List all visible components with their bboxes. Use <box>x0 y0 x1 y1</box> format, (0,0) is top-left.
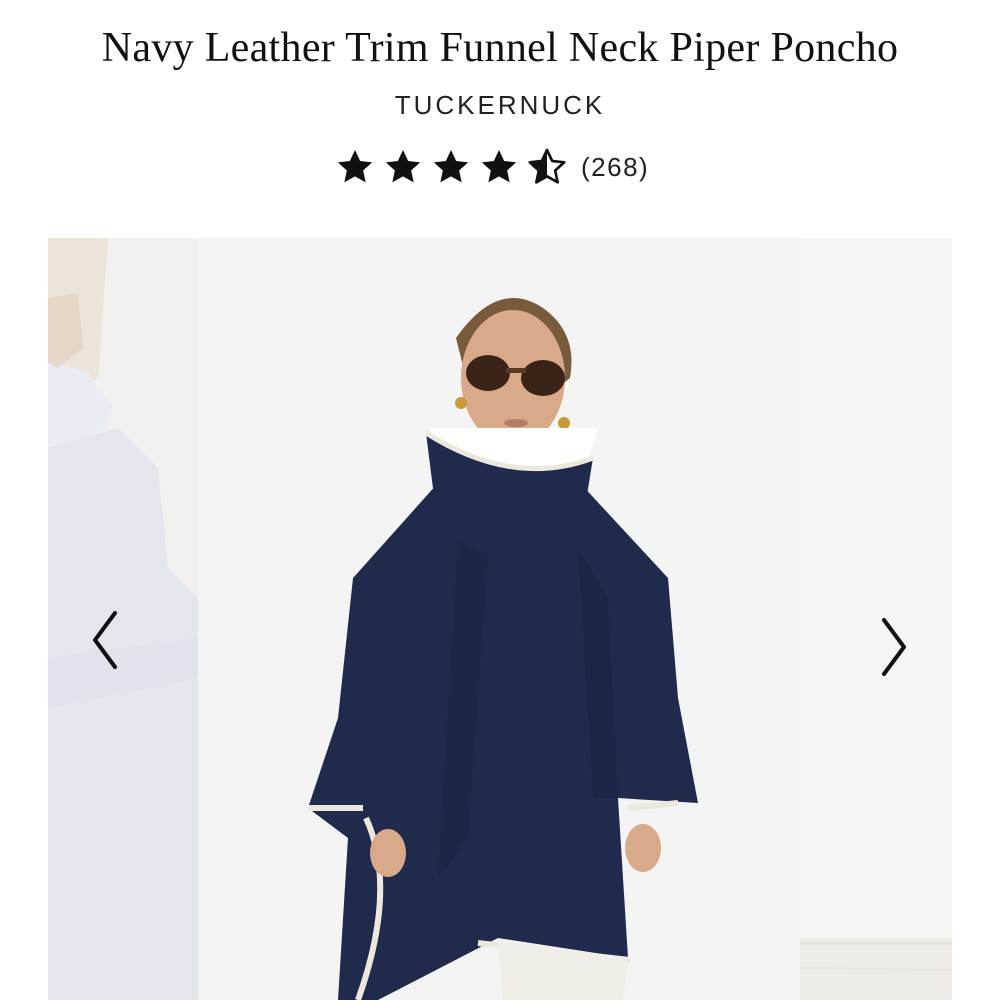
previous-image-button[interactable] <box>85 605 125 675</box>
review-count[interactable]: (268) <box>581 152 649 183</box>
product-header: Navy Leather Trim Funnel Neck Piper Ponc… <box>0 0 1000 230</box>
brand-name[interactable]: TUCKERNUCK <box>0 88 1000 122</box>
star-icon <box>433 150 469 183</box>
star-half-icon <box>528 148 566 184</box>
star-icon <box>385 150 421 183</box>
star-icon <box>337 150 373 183</box>
image-carousel[interactable] <box>48 238 952 1000</box>
next-image-button[interactable] <box>874 612 914 682</box>
main-slide[interactable] <box>198 238 800 1000</box>
chevron-left-icon <box>93 611 117 669</box>
star-icon <box>481 150 517 183</box>
model-wearing-navy-poncho-photo <box>198 238 800 1000</box>
rating-summary[interactable]: (268) <box>335 145 649 189</box>
chevron-right-icon <box>882 618 906 676</box>
product-title: Navy Leather Trim Funnel Neck Piper Ponc… <box>101 25 899 71</box>
